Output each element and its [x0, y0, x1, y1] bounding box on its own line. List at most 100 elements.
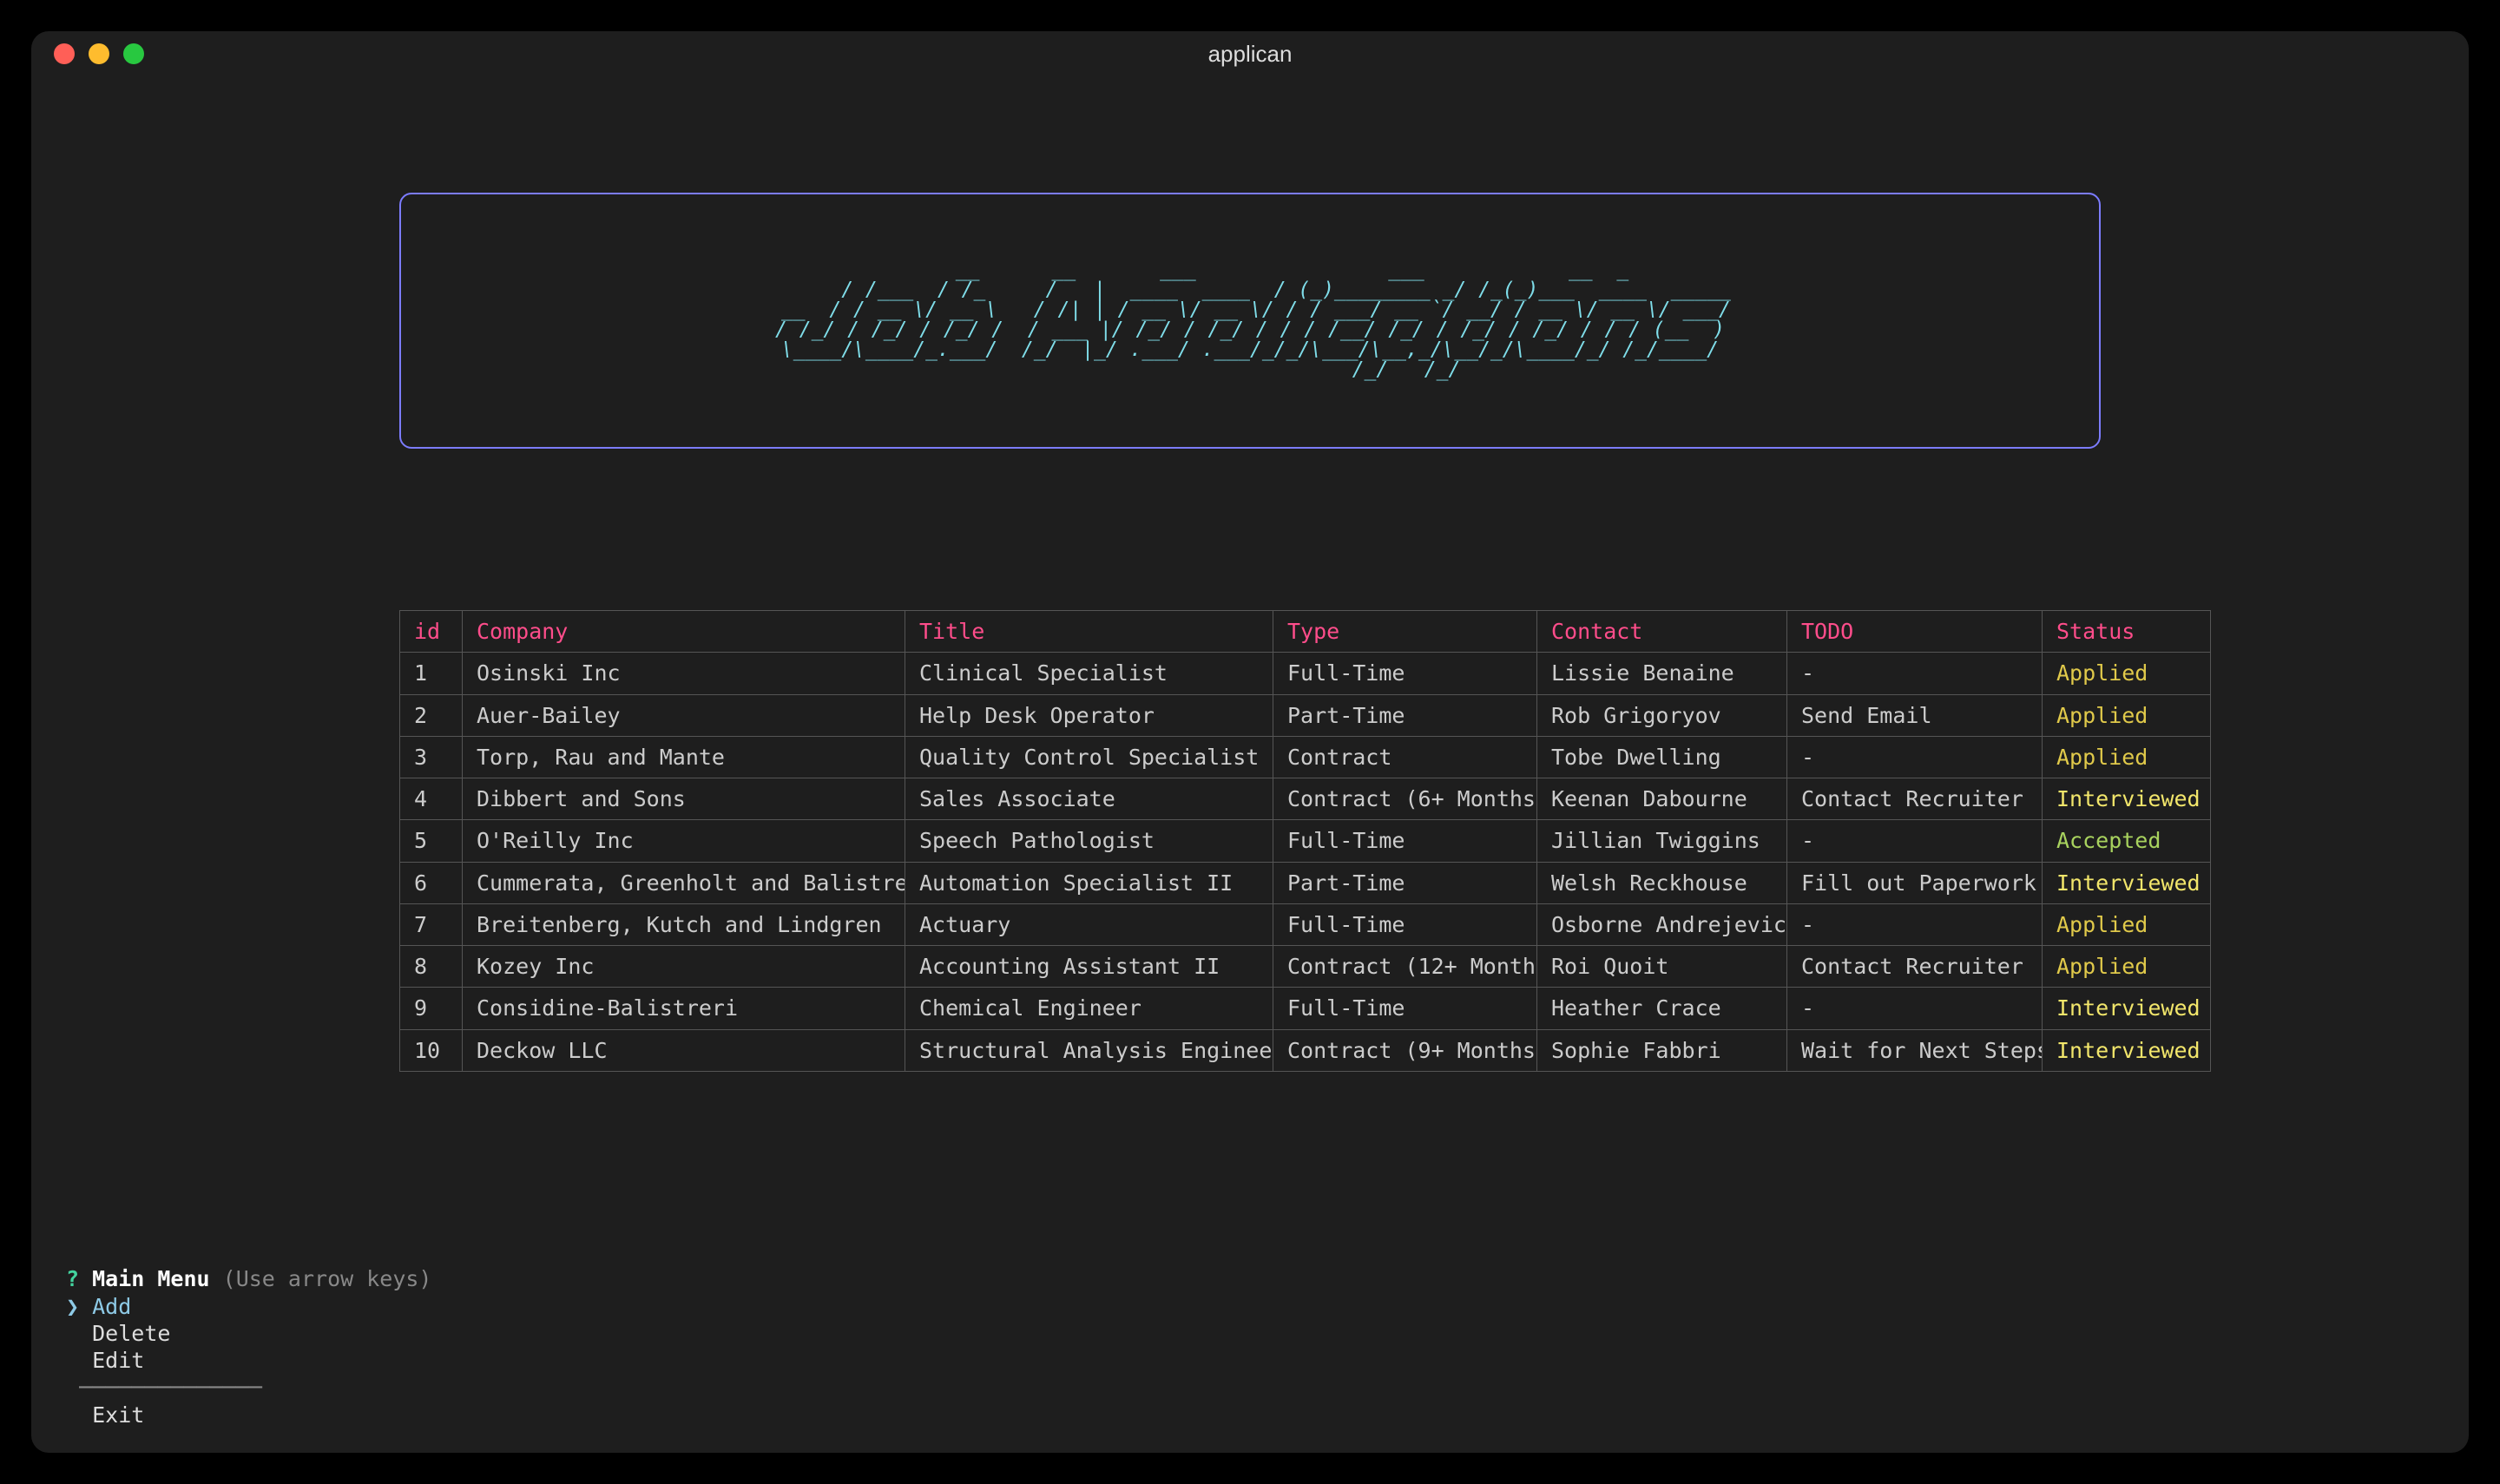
prompt-symbol: ?: [66, 1266, 79, 1291]
cell-todo: Contact Recruiter: [1787, 778, 2043, 820]
cell-type: Contract: [1273, 736, 1537, 778]
cell-company: Cummerata, Greenholt and Balistreri: [463, 862, 905, 903]
window-controls: [54, 43, 144, 64]
cell-type: Full-Time: [1273, 820, 1537, 862]
window-title: applican: [31, 41, 2469, 68]
cell-id: 3: [400, 736, 463, 778]
cell-title: Speech Pathologist: [905, 820, 1273, 862]
cell-todo: Wait for Next Steps: [1787, 1029, 2043, 1071]
cell-type: Part-Time: [1273, 694, 1537, 736]
cell-type: Full-Time: [1273, 653, 1537, 694]
header-id: id: [400, 611, 463, 653]
cell-todo: -: [1787, 903, 2043, 945]
menu-item-add[interactable]: Add: [92, 1294, 131, 1319]
cell-id: 6: [400, 862, 463, 903]
cell-todo: -: [1787, 653, 2043, 694]
cell-company: Kozey Inc: [463, 946, 905, 988]
table-row[interactable]: 1Osinski IncClinical SpecialistFull-Time…: [400, 653, 2211, 694]
table-row[interactable]: 5O'Reilly IncSpeech PathologistFull-Time…: [400, 820, 2211, 862]
header-todo: TODO: [1787, 611, 2043, 653]
ascii-banner-frame: __ __ ___ ___ __ _ / /___ / /_ / | ____ …: [399, 193, 2101, 449]
table-row[interactable]: 2Auer-BaileyHelp Desk OperatorPart-TimeR…: [400, 694, 2211, 736]
table-row[interactable]: 4Dibbert and SonsSales AssociateContract…: [400, 778, 2211, 820]
cell-todo: -: [1787, 988, 2043, 1029]
header-company: Company: [463, 611, 905, 653]
titlebar: applican: [31, 31, 2469, 76]
cell-todo: Send Email: [1787, 694, 2043, 736]
cell-status: Interviewed: [2043, 988, 2211, 1029]
cell-type: Part-Time: [1273, 862, 1537, 903]
cell-status: Applied: [2043, 736, 2211, 778]
cell-status: Applied: [2043, 946, 2211, 988]
cell-contact: Roi Quoit: [1537, 946, 1787, 988]
cell-contact: Heather Crace: [1537, 988, 1787, 1029]
cell-id: 8: [400, 946, 463, 988]
cell-status: Interviewed: [2043, 778, 2211, 820]
cell-type: Full-Time: [1273, 903, 1537, 945]
menu-item-edit[interactable]: Edit: [92, 1348, 144, 1373]
cell-company: Auer-Bailey: [463, 694, 905, 736]
cell-company: Osinski Inc: [463, 653, 905, 694]
menu-title: Main Menu: [92, 1266, 209, 1291]
cell-status: Applied: [2043, 694, 2211, 736]
table-row[interactable]: 9Considine-BalistreriChemical EngineerFu…: [400, 988, 2211, 1029]
cell-contact: Tobe Dwelling: [1537, 736, 1787, 778]
cell-id: 10: [400, 1029, 463, 1071]
cell-type: Contract (12+ Months): [1273, 946, 1537, 988]
table-row[interactable]: 8Kozey IncAccounting Assistant IIContrac…: [400, 946, 2211, 988]
cell-todo: Contact Recruiter: [1787, 946, 2043, 988]
menu-cursor-icon: ❯: [66, 1294, 79, 1319]
cell-todo: -: [1787, 736, 2043, 778]
table-header-row: id Company Title Type Contact TODO Statu…: [400, 611, 2211, 653]
cell-id: 2: [400, 694, 463, 736]
cell-company: O'Reilly Inc: [463, 820, 905, 862]
header-title: Title: [905, 611, 1273, 653]
cell-status: Interviewed: [2043, 1029, 2211, 1071]
cell-contact: Rob Grigoryov: [1537, 694, 1787, 736]
cell-company: Considine-Balistreri: [463, 988, 905, 1029]
table-row[interactable]: 6Cummerata, Greenholt and BalistreriAuto…: [400, 862, 2211, 903]
cell-title: Automation Specialist II: [905, 862, 1273, 903]
cell-id: 7: [400, 903, 463, 945]
header-contact: Contact: [1537, 611, 1787, 653]
cell-contact: Lissie Benaine: [1537, 653, 1787, 694]
cell-contact: Jillian Twiggins: [1537, 820, 1787, 862]
cell-contact: Osborne Andrejevic: [1537, 903, 1787, 945]
menu-hint: (Use arrow keys): [223, 1266, 432, 1291]
cell-contact: Keenan Dabourne: [1537, 778, 1787, 820]
cell-id: 5: [400, 820, 463, 862]
cell-contact: Sophie Fabbri: [1537, 1029, 1787, 1071]
header-status: Status: [2043, 611, 2211, 653]
cell-title: Help Desk Operator: [905, 694, 1273, 736]
terminal-body[interactable]: __ __ ___ ___ __ _ / /___ / /_ / | ____ …: [31, 76, 2469, 1453]
cell-todo: -: [1787, 820, 2043, 862]
zoom-icon[interactable]: [123, 43, 144, 64]
cell-title: Actuary: [905, 903, 1273, 945]
cell-company: Deckow LLC: [463, 1029, 905, 1071]
cell-type: Contract (6+ Months): [1273, 778, 1537, 820]
cell-title: Sales Associate: [905, 778, 1273, 820]
cell-id: 4: [400, 778, 463, 820]
cell-id: 9: [400, 988, 463, 1029]
applications-table: id Company Title Type Contact TODO Statu…: [399, 610, 2211, 1072]
cell-company: Dibbert and Sons: [463, 778, 905, 820]
header-type: Type: [1273, 611, 1537, 653]
cell-title: Chemical Engineer: [905, 988, 1273, 1029]
main-menu[interactable]: ? Main Menu (Use arrow keys) ❯ Add Delet…: [66, 1238, 2434, 1453]
menu-item-exit[interactable]: Exit: [92, 1402, 144, 1428]
minimize-icon[interactable]: [89, 43, 109, 64]
terminal-window: applican __ __ ___ ___ __ _ / /___ / /_ …: [31, 31, 2469, 1453]
cell-status: Accepted: [2043, 820, 2211, 862]
table-row[interactable]: 7Breitenberg, Kutch and LindgrenActuaryF…: [400, 903, 2211, 945]
close-icon[interactable]: [54, 43, 75, 64]
table-row[interactable]: 3Torp, Rau and ManteQuality Control Spec…: [400, 736, 2211, 778]
cell-status: Interviewed: [2043, 862, 2211, 903]
cell-todo: Fill out Paperwork: [1787, 862, 2043, 903]
cell-id: 1: [400, 653, 463, 694]
table-row[interactable]: 10Deckow LLCStructural Analysis Engineer…: [400, 1029, 2211, 1071]
cell-type: Contract (9+ Months): [1273, 1029, 1537, 1071]
cell-status: Applied: [2043, 903, 2211, 945]
menu-item-delete[interactable]: Delete: [92, 1321, 170, 1346]
cell-company: Torp, Rau and Mante: [463, 736, 905, 778]
cell-title: Quality Control Specialist: [905, 736, 1273, 778]
